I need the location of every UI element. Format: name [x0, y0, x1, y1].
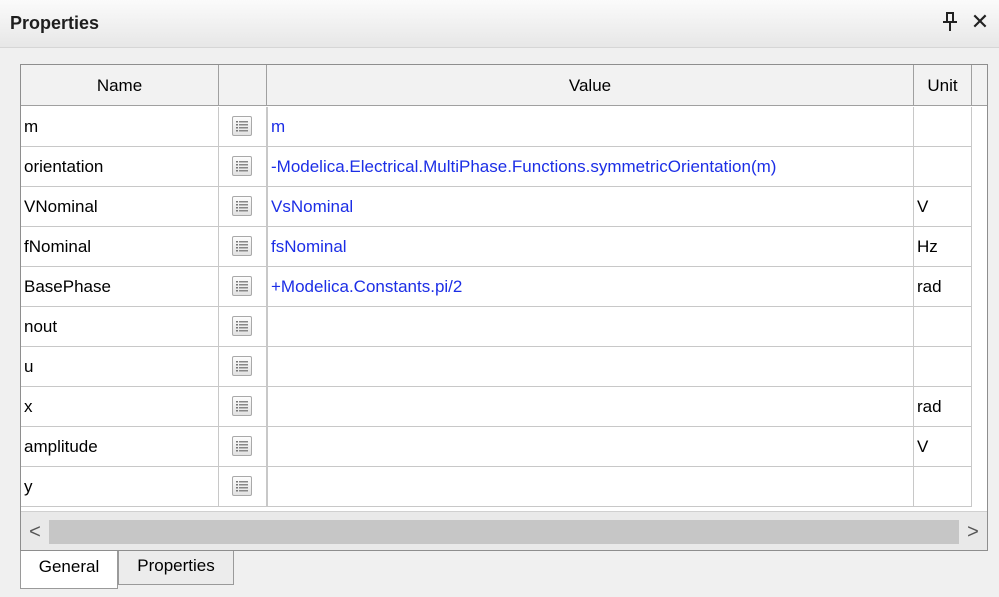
list-edit-icon[interactable]: [232, 156, 252, 176]
edit-cell: [219, 387, 267, 427]
edit-cell: [219, 427, 267, 467]
property-name[interactable]: VNominal: [21, 187, 219, 227]
property-unit[interactable]: V: [914, 427, 972, 467]
table-row[interactable]: y: [21, 467, 972, 507]
list-edit-icon[interactable]: [232, 396, 252, 416]
column-header-name[interactable]: Name: [21, 65, 219, 106]
edit-cell: [219, 267, 267, 307]
property-name[interactable]: u: [21, 347, 219, 387]
edit-cell: [219, 467, 267, 507]
table-row[interactable]: VNominal VsNominal V: [21, 187, 972, 227]
edit-cell: [219, 227, 267, 267]
table-row[interactable]: x rad: [21, 387, 972, 427]
property-name[interactable]: x: [21, 387, 219, 427]
property-name[interactable]: fNominal: [21, 227, 219, 267]
property-unit[interactable]: rad: [914, 387, 972, 427]
property-value[interactable]: [267, 427, 914, 467]
close-icon[interactable]: ✕: [968, 10, 992, 34]
list-edit-icon[interactable]: [232, 436, 252, 456]
property-value[interactable]: [267, 347, 914, 387]
properties-grid: Name Value Unit m m orientation -Modelica.E…: [20, 64, 988, 551]
property-value[interactable]: -Modelica.Electrical.MultiPhase.Function…: [267, 147, 914, 187]
table-row[interactable]: BasePhase +Modelica.Constants.pi/2 rad: [21, 267, 972, 307]
scroll-left-icon[interactable]: <: [21, 512, 49, 550]
property-unit[interactable]: rad: [914, 267, 972, 307]
edit-cell: [219, 187, 267, 227]
property-value[interactable]: m: [267, 107, 914, 147]
property-name[interactable]: m: [21, 107, 219, 147]
table-row[interactable]: mm: [21, 107, 972, 147]
property-unit[interactable]: V: [914, 187, 972, 227]
property-name[interactable]: BasePhase: [21, 267, 219, 307]
edit-cell: [219, 347, 267, 387]
column-header-unit[interactable]: Unit: [914, 65, 972, 106]
property-name[interactable]: orientation: [21, 147, 219, 187]
property-unit[interactable]: [914, 107, 972, 147]
list-edit-icon[interactable]: [232, 196, 252, 216]
property-unit[interactable]: [914, 347, 972, 387]
column-header-filler: [972, 65, 987, 106]
edit-cell: [219, 147, 267, 187]
table-row[interactable]: orientation -Modelica.Electrical.MultiPha…: [21, 147, 972, 187]
property-value[interactable]: +Modelica.Constants.pi/2: [267, 267, 914, 307]
table-row[interactable]: u: [21, 347, 972, 387]
tab-properties[interactable]: Properties: [118, 551, 234, 585]
table-row[interactable]: fNominal fsNominal Hz: [21, 227, 972, 267]
column-header-button[interactable]: [219, 65, 267, 106]
property-value[interactable]: [267, 387, 914, 427]
property-name[interactable]: amplitude: [21, 427, 219, 467]
property-value[interactable]: fsNominal: [267, 227, 914, 267]
property-name[interactable]: y: [21, 467, 219, 507]
edit-cell: [219, 307, 267, 347]
scroll-right-icon[interactable]: >: [959, 512, 987, 550]
panel-title: Properties: [10, 13, 100, 33]
table-row[interactable]: amplitude V: [21, 427, 972, 467]
list-edit-icon[interactable]: [232, 236, 252, 256]
list-edit-icon[interactable]: [232, 476, 252, 496]
edit-cell: [219, 107, 267, 147]
pin-icon[interactable]: [942, 11, 958, 33]
property-name[interactable]: nout: [21, 307, 219, 347]
horizontal-scrollbar[interactable]: < >: [21, 511, 987, 550]
property-value[interactable]: VsNominal: [267, 187, 914, 227]
list-edit-icon[interactable]: [232, 316, 252, 336]
panel-titlebar: Properties ✕: [0, 0, 999, 48]
list-edit-icon[interactable]: [232, 356, 252, 376]
property-value[interactable]: [267, 467, 914, 507]
column-header-value[interactable]: Value: [267, 65, 914, 106]
scrollbar-thumb[interactable]: [49, 520, 959, 544]
property-unit[interactable]: Hz: [914, 227, 972, 267]
property-unit[interactable]: [914, 467, 972, 507]
table-row[interactable]: nout: [21, 307, 972, 347]
list-edit-icon[interactable]: [232, 276, 252, 296]
property-value[interactable]: [267, 307, 914, 347]
list-edit-icon[interactable]: [232, 116, 252, 136]
property-unit[interactable]: [914, 307, 972, 347]
property-unit[interactable]: [914, 147, 972, 187]
tab-general[interactable]: General: [20, 551, 118, 589]
